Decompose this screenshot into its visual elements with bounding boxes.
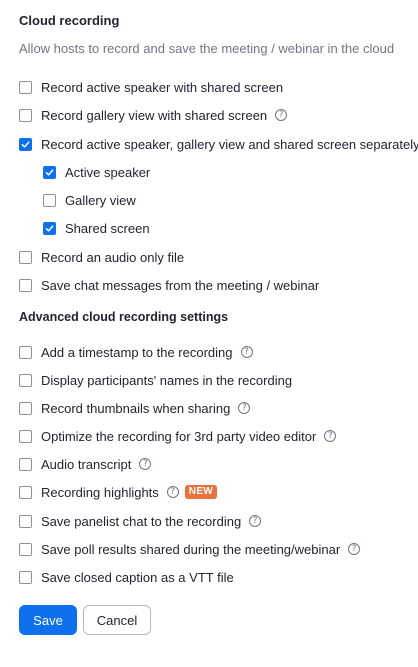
checkbox[interactable] — [19, 80, 32, 94]
option-label: Save poll results shared during the meet… — [41, 541, 341, 557]
checkbox[interactable] — [19, 514, 32, 528]
help-circle-icon[interactable]: ? — [348, 543, 361, 555]
option-row[interactable]: Active speaker — [43, 162, 150, 182]
help-circle-icon[interactable]: ? — [139, 458, 152, 470]
cancel-button[interactable]: Cancel — [83, 605, 151, 635]
option-row[interactable]: Save chat messages from the meeting / we… — [19, 275, 319, 295]
option-row[interactable]: Save poll results shared during the meet… — [19, 539, 361, 559]
option-row[interactable]: Record active speaker, gallery view and … — [19, 134, 418, 154]
option-row[interactable]: Record an audio only file — [19, 247, 184, 267]
checkbox[interactable] — [19, 485, 32, 499]
checkbox[interactable] — [19, 108, 32, 122]
checkbox[interactable] — [19, 457, 32, 471]
option-row[interactable]: Display participants' names in the recor… — [19, 370, 292, 390]
option-row[interactable]: Record active speaker with shared screen — [19, 77, 283, 97]
option-label: Record active speaker, gallery view and … — [41, 136, 418, 152]
option-label: Recording highlights — [41, 484, 159, 500]
option-row[interactable]: Optimize the recording for 3rd party vid… — [19, 426, 337, 446]
checkbox[interactable] — [19, 429, 32, 443]
check-icon — [21, 140, 30, 148]
help-circle-icon[interactable]: ? — [166, 486, 179, 498]
help-circle-icon[interactable]: ? — [275, 109, 288, 121]
option-row[interactable]: Recording highlights? NEW — [19, 482, 218, 502]
section-title-cloud-recording: Cloud recording — [19, 13, 120, 28]
help-circle-icon[interactable]: ? — [238, 402, 251, 414]
option-label: Shared screen — [65, 220, 150, 236]
option-label: Display participants' names in the recor… — [41, 372, 293, 388]
section-title-advanced: Advanced cloud recording settings — [19, 310, 229, 324]
option-row[interactable]: Record thumbnails when sharing? — [19, 398, 251, 418]
option-label: Optimize the recording for 3rd party vid… — [41, 428, 317, 444]
option-label: Audio transcript — [41, 456, 132, 472]
option-row[interactable]: Gallery view — [43, 190, 136, 210]
option-label: Save panelist chat to the recording — [41, 513, 242, 529]
option-label: Save closed caption as a VTT file — [41, 569, 234, 585]
checkbox[interactable] — [43, 193, 56, 207]
option-row[interactable]: Add a timestamp to the recording? — [19, 342, 253, 362]
option-label: Record active speaker with shared screen — [41, 79, 284, 95]
check-icon — [45, 168, 54, 176]
option-row[interactable]: Save closed caption as a VTT file — [19, 567, 234, 587]
checkbox[interactable] — [19, 278, 32, 292]
option-label: Record gallery view with shared screen — [41, 107, 268, 123]
option-label: Gallery view — [65, 192, 136, 208]
checkbox[interactable] — [19, 373, 32, 387]
option-label: Active speaker — [65, 164, 151, 180]
checkbox[interactable] — [19, 401, 32, 415]
check-icon — [45, 224, 54, 232]
option-label: Record thumbnails when sharing — [41, 400, 231, 416]
new-badge: NEW — [184, 485, 218, 499]
checkbox-checked[interactable] — [43, 221, 56, 235]
checkbox-checked[interactable] — [43, 165, 56, 179]
checkbox[interactable] — [19, 542, 32, 556]
option-label: Record an audio only file — [41, 249, 185, 265]
section-description: Allow hosts to record and save the meeti… — [19, 41, 395, 56]
option-row[interactable]: Record gallery view with shared screen? — [19, 105, 288, 125]
checkbox[interactable] — [19, 250, 32, 264]
option-row[interactable]: Shared screen — [43, 218, 150, 238]
option-row[interactable]: Audio transcript? — [19, 454, 152, 474]
help-circle-icon[interactable]: ? — [324, 430, 337, 442]
save-button[interactable]: Save — [19, 605, 77, 635]
option-label: Add a timestamp to the recording — [41, 344, 233, 360]
checkbox[interactable] — [19, 345, 32, 359]
help-circle-icon[interactable]: ? — [249, 515, 262, 527]
checkbox-checked[interactable] — [19, 137, 32, 151]
option-row[interactable]: Save panelist chat to the recording? — [19, 511, 262, 531]
option-label: Save chat messages from the meeting / we… — [41, 277, 320, 293]
checkbox[interactable] — [19, 570, 32, 584]
help-circle-icon[interactable]: ? — [240, 346, 253, 358]
